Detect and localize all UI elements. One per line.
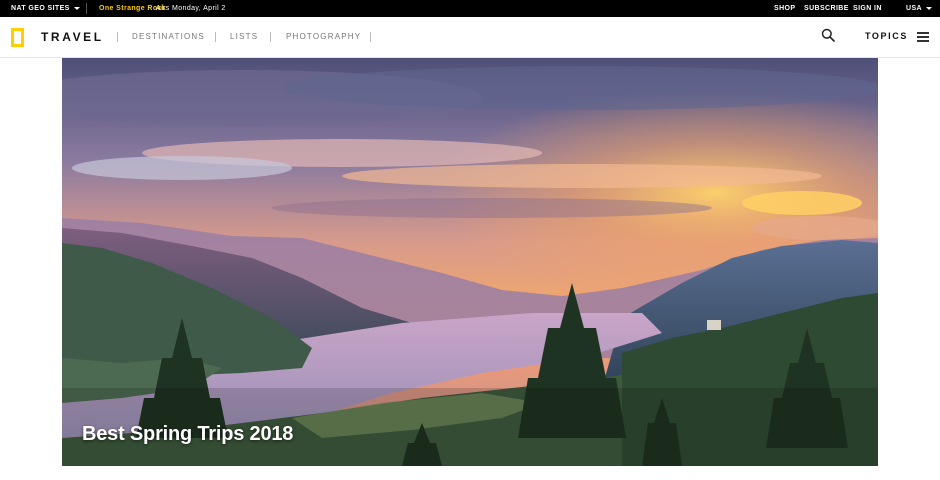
nav-photography[interactable]: PHOTOGRAPHY [286, 32, 361, 41]
shop-link[interactable]: SHOP [774, 0, 795, 17]
search-icon[interactable] [821, 28, 835, 42]
nav-divider [270, 32, 271, 42]
section-brand[interactable]: TRAVEL [41, 30, 104, 44]
menu-icon[interactable] [917, 32, 929, 42]
top-bar: NAT GEO SITES One Strange Rock Airs Mond… [0, 0, 940, 17]
main-nav: TRAVEL DESTINATIONS LISTS PHOTOGRAPHY TO… [0, 17, 940, 58]
nav-divider [215, 32, 216, 42]
nat-geo-logo[interactable] [11, 28, 24, 47]
hero-image[interactable]: Best Spring Trips 2018 [62, 58, 878, 466]
nav-destinations[interactable]: DESTINATIONS [132, 32, 205, 41]
topics-button[interactable]: TOPICS [865, 31, 908, 41]
caret-down-icon [73, 6, 80, 10]
nav-lists[interactable]: LISTS [230, 32, 258, 41]
hero-title[interactable]: Best Spring Trips 2018 [82, 423, 293, 446]
hero-landscape-image [62, 58, 878, 466]
caret-down-icon [925, 6, 932, 10]
subscribe-link[interactable]: SUBSCRIBE [804, 0, 849, 17]
region-selector[interactable]: USA [906, 0, 932, 17]
nav-divider [370, 32, 371, 42]
nav-divider [117, 32, 118, 42]
topbar-divider [86, 3, 87, 14]
promo-airs-text: Airs Monday, April 2 [156, 5, 226, 12]
nat-geo-sites-label: NAT GEO SITES [11, 5, 70, 12]
nat-geo-sites-menu[interactable]: NAT GEO SITES [11, 0, 80, 17]
sign-in-link[interactable]: SIGN IN [853, 0, 882, 17]
region-label: USA [906, 5, 922, 12]
